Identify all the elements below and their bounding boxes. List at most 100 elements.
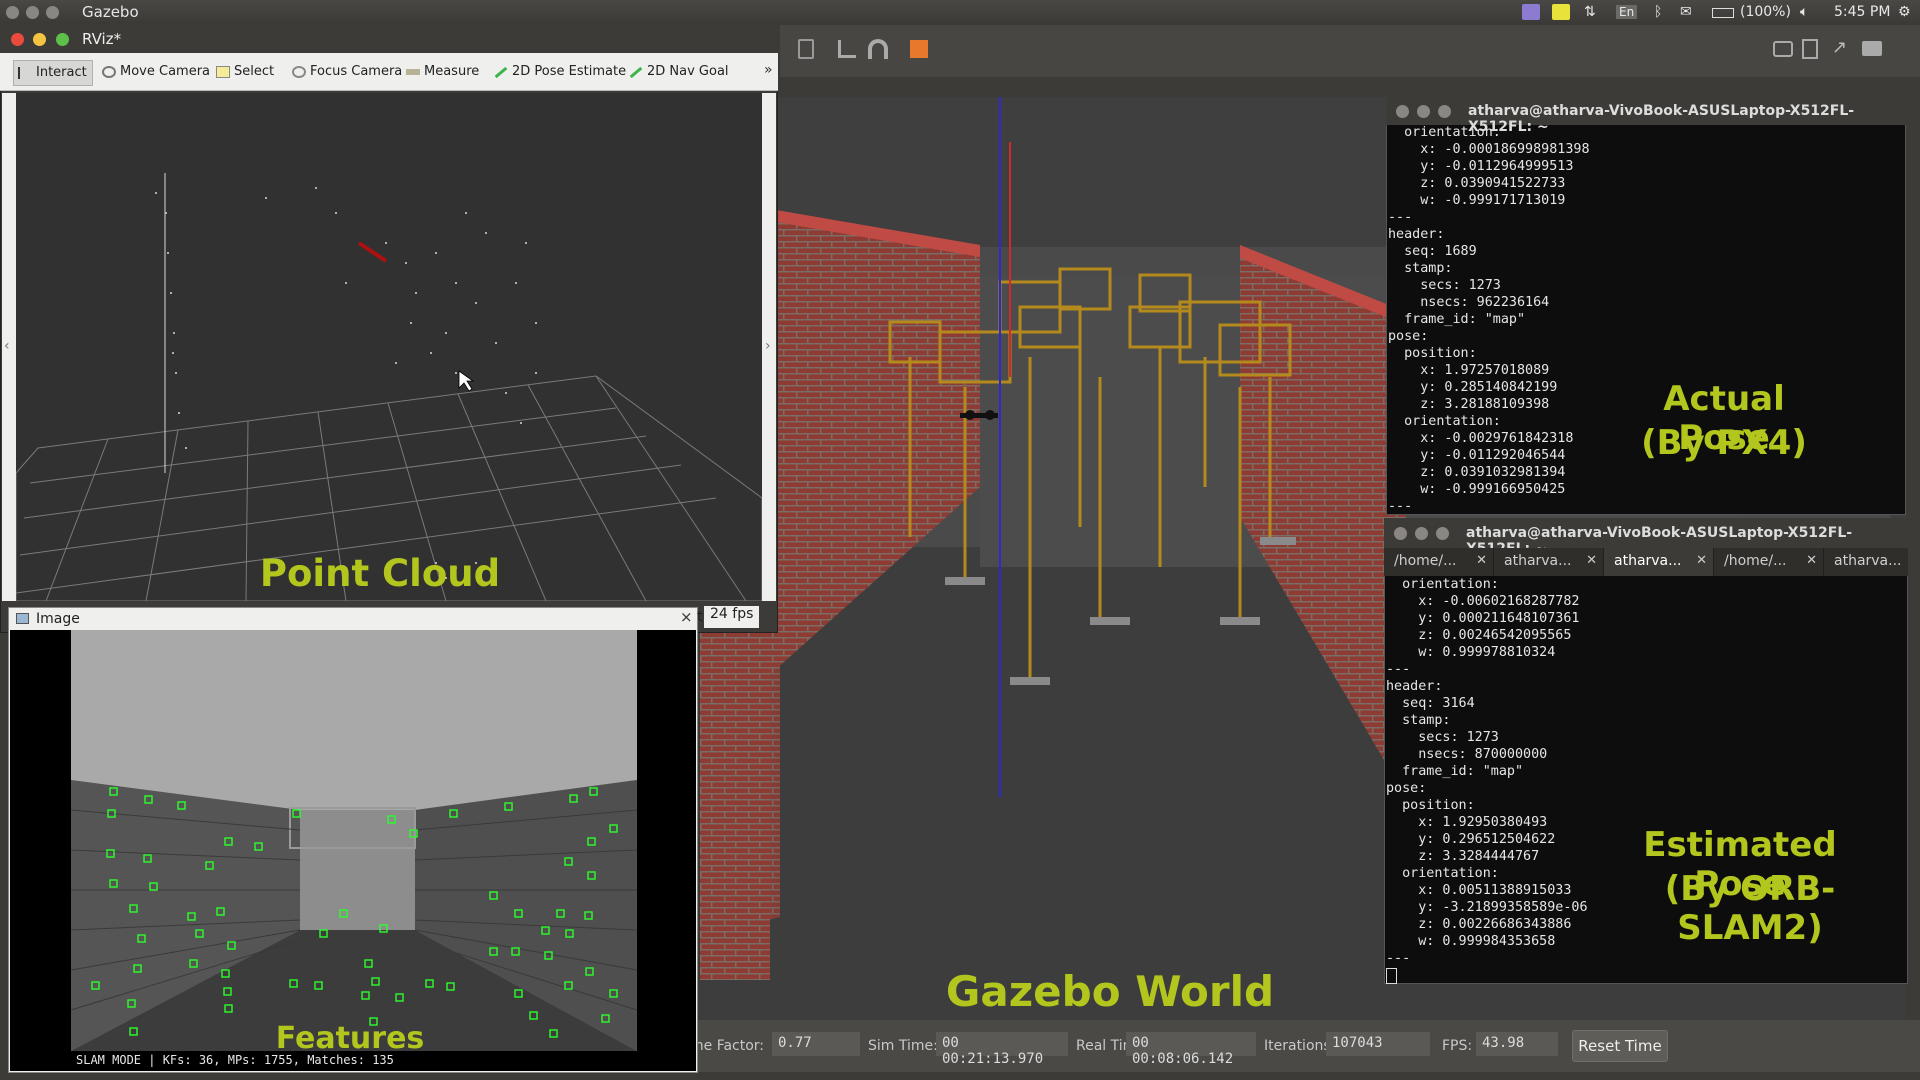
rviz-fps: 24 fps [704,606,760,628]
pose-arrow-icon [494,66,508,79]
align-icon[interactable] [838,40,856,58]
video-record-icon[interactable] [1862,41,1882,56]
tool-move-camera-label: Move Camera [120,64,211,79]
terminal1-output: orientation: x: -0.000186998981398 y: -0… [1388,125,1590,514]
tool-2d-pose-estimate[interactable]: 2D Pose Estimate [490,60,630,86]
notes-tray-icon[interactable] [1552,4,1570,20]
sim-time-value: 00 00:21:13.970 [936,1032,1068,1067]
tool-focus-camera-label: Focus Camera [310,64,403,79]
iterations-value: 107043 [1326,1032,1430,1056]
fps-label: FPS: [1442,1038,1473,1054]
mouse-cursor-icon [458,370,475,392]
terminal-tab-label: /home/... [1724,553,1787,569]
tool-select[interactable]: Select [212,60,278,86]
tool-interact-label: Interact [36,65,87,80]
gazebo-toolbar: ↗ [780,25,1920,77]
point-cloud-label: Point Cloud [259,552,501,595]
log-icon[interactable] [1802,39,1818,59]
terminal-tab-label: /home/... [1394,553,1457,569]
terminal1-minimize-icon[interactable] [1417,105,1430,118]
terminal-tab-active[interactable]: atharva... ✕ [1604,548,1714,576]
rviz-minimize-icon[interactable] [33,33,46,46]
rviz-3d-view[interactable] [16,93,762,601]
left-dock-collapse[interactable]: ‹ [2,93,16,601]
point-cloud [155,173,537,584]
terminal1-close-icon[interactable] [1396,105,1409,118]
select-icon [216,66,230,78]
terminal1-titlebar: atharva@atharva-VivoBook-ASUSLaptop-X512… [1386,97,1906,135]
image-panel-side-text: ti [697,609,703,625]
chevron-left-icon[interactable]: ‹ [4,338,10,354]
ruler-icon [406,69,420,75]
magnet-icon[interactable] [868,39,888,59]
tool-move-camera[interactable]: Move Camera [98,60,214,86]
right-dock-collapse[interactable]: › [762,93,776,601]
tool-2d-pose-estimate-label: 2D Pose Estimate [512,64,627,79]
tab-close-icon[interactable]: ✕ [1476,553,1487,568]
terminal-tab-label: atharva... [1504,553,1572,569]
tab-close-icon[interactable]: ✕ [1586,553,1597,568]
real-time-factor-label: me Factor: [690,1038,765,1054]
orb-features-image [10,630,696,1071]
settings-gear-icon[interactable]: ⚙ [1898,4,1911,20]
terminal2-titlebar: atharva@atharva-VivoBook-ASUSLaptop-X512… [1384,518,1908,557]
rviz-close-icon[interactable] [11,33,24,46]
image-panel-close-icon[interactable]: × [680,608,693,626]
terminal-tab[interactable]: atharva... ✕ [1494,548,1604,576]
clock[interactable]: 5:45 PM [1834,4,1890,20]
terminal2-output: orientation: x: -0.00602168287782 y: 0.0… [1386,577,1588,966]
network-icon[interactable]: ⇅ [1584,4,1596,20]
terminal-tab[interactable]: atharva... [1824,548,1908,576]
tool-interact[interactable]: Interact [13,60,93,86]
terminal1-maximize-icon[interactable] [1438,105,1451,118]
change-color-icon[interactable] [910,40,928,58]
volume-icon[interactable]: 🔈︎ [1800,4,1808,20]
tool-select-label: Select [234,64,275,79]
focus-camera-icon [292,66,306,78]
terminal-tab[interactable]: /home/... ✕ [1714,548,1824,576]
actual-pose-source-label: (By PX4) [1641,423,1807,463]
screenshot-icon[interactable] [1773,41,1793,57]
terminal2-close-icon[interactable] [1394,527,1407,540]
features-canvas [10,630,696,1071]
tray-app-icon[interactable] [1522,4,1540,20]
point-cloud-canvas [16,173,762,601]
bluetooth-icon[interactable]: ᛒ [1654,4,1662,20]
reset-time-button[interactable]: Reset Time [1572,1030,1668,1062]
terminal2-minimize-icon[interactable] [1415,527,1428,540]
nav-goal-arrow-icon [629,66,643,79]
move-camera-icon [102,66,116,78]
cursor-icon [18,67,32,79]
rviz-title: RViz* [82,30,122,48]
features-label: Features [275,1021,425,1056]
terminal-tab[interactable]: /home/... ✕ [1384,548,1494,576]
battery-icon[interactable] [1712,8,1734,18]
tool-2d-nav-goal[interactable]: 2D Nav Goal [625,60,733,86]
toolbar-overflow-icon[interactable]: » [764,62,773,78]
tab-close-icon[interactable]: ✕ [1696,553,1707,568]
fps-value: 43.98 [1476,1032,1558,1056]
slam-status-text: SLAM MODE | KFs: 36, MPs: 1755, Matches:… [76,1053,394,1067]
terminal2-maximize-icon[interactable] [1436,527,1449,540]
tool-measure[interactable]: Measure [402,60,483,86]
tab-close-icon[interactable]: ✕ [1806,553,1817,568]
maximize-window-icon[interactable] [46,6,59,19]
window-title: Gazebo [82,3,139,21]
tool-focus-camera[interactable]: Focus Camera [288,60,406,86]
estimated-pose-source-label: (By ORB-SLAM2) [1664,869,1836,949]
keyboard-layout[interactable]: En [1616,5,1638,19]
mail-icon[interactable]: ✉ [1680,4,1692,20]
rviz-maximize-icon[interactable] [56,33,69,46]
chevron-right-icon[interactable]: › [765,338,771,354]
tool-measure-label: Measure [424,64,480,79]
minimize-window-icon[interactable] [26,6,39,19]
tool-2d-nav-goal-label: 2D Nav Goal [647,64,729,79]
plot-icon[interactable]: ↗ [1832,37,1847,58]
close-window-icon[interactable] [6,6,19,19]
battery-percent[interactable]: (100%) [1740,4,1791,20]
terminal-cursor [1386,968,1397,984]
real-time-factor-value: 0.77 [772,1032,860,1056]
copy-icon[interactable] [798,39,814,59]
gazebo-world-label: Gazebo World [945,967,1275,1016]
iterations-label: Iterations: [1264,1038,1336,1054]
